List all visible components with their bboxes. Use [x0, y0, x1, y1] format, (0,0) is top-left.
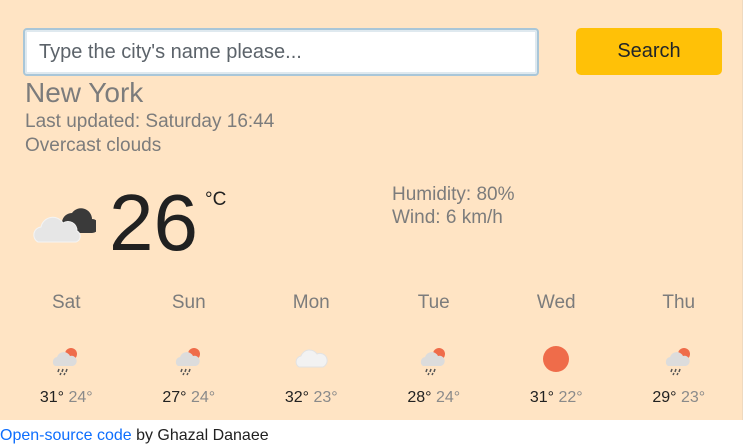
- forecast-min: 24°: [190, 389, 216, 406]
- current-temperature: 26: [109, 178, 198, 267]
- forecast-max: 28°: [407, 389, 432, 406]
- forecast-day-name: Sat: [51, 292, 81, 313]
- forecast-day-name: Wed: [536, 292, 576, 313]
- forecast-day: Sun 27° 24°: [128, 290, 251, 407]
- city-search-input[interactable]: [23, 28, 539, 76]
- forecast-max: 27°: [162, 389, 187, 406]
- forecast-day-name: Thu: [662, 292, 696, 313]
- rain-sun-icon: [128, 331, 251, 387]
- footer-author: by Ghazal Danaee: [131, 427, 269, 444]
- forecast-max: 29°: [652, 389, 677, 406]
- footer: Open-source code by Ghazal Danaee: [0, 427, 269, 445]
- sun-icon: [495, 331, 618, 387]
- forecast-max: 31°: [39, 389, 65, 406]
- forecast-min: 24°: [68, 389, 93, 406]
- forecast-day-name: Mon: [292, 292, 330, 313]
- forecast-day: Sat 31° 24°: [5, 290, 128, 407]
- rain-sun-icon: [373, 331, 496, 387]
- forecast-min: 23°: [313, 389, 338, 406]
- humidity: Humidity: 80%: [392, 184, 515, 205]
- forecast-day: Tue 28° 24°: [373, 290, 496, 407]
- forecast-list: Sat 31° 24° Sun 27° 24° Mon 32° 23° Tue: [5, 290, 740, 407]
- forecast-day-name: Sun: [171, 292, 206, 313]
- city-name: New York: [25, 77, 144, 108]
- forecast-max: 32°: [284, 389, 310, 406]
- wind: Wind: 6 km/h: [392, 207, 503, 228]
- temperature-unit[interactable]: °C: [205, 189, 226, 211]
- forecast-day: Wed 31° 22°: [495, 290, 618, 407]
- search-button[interactable]: Search: [576, 28, 722, 75]
- forecast-min: 24°: [435, 389, 461, 406]
- rain-sun-icon: [5, 331, 128, 387]
- weather-description: Overcast clouds: [25, 135, 162, 156]
- forecast-min: 23°: [680, 389, 706, 406]
- weather-card: Search New York Last updated: Saturday 1…: [0, 0, 743, 420]
- cloud-icon: [250, 331, 373, 387]
- forecast-min: 22°: [558, 389, 583, 406]
- overcast-clouds-icon: [33, 208, 96, 243]
- last-updated: Last updated: Saturday 16:44: [25, 111, 275, 132]
- forecast-max: 31°: [529, 389, 555, 406]
- forecast-day: Mon 32° 23°: [250, 290, 373, 407]
- forecast-day-name: Tue: [417, 292, 450, 313]
- forecast-day: Thu 29° 23°: [618, 290, 741, 407]
- rain-sun-icon: [618, 331, 741, 387]
- open-source-link[interactable]: Open-source code: [0, 427, 132, 444]
